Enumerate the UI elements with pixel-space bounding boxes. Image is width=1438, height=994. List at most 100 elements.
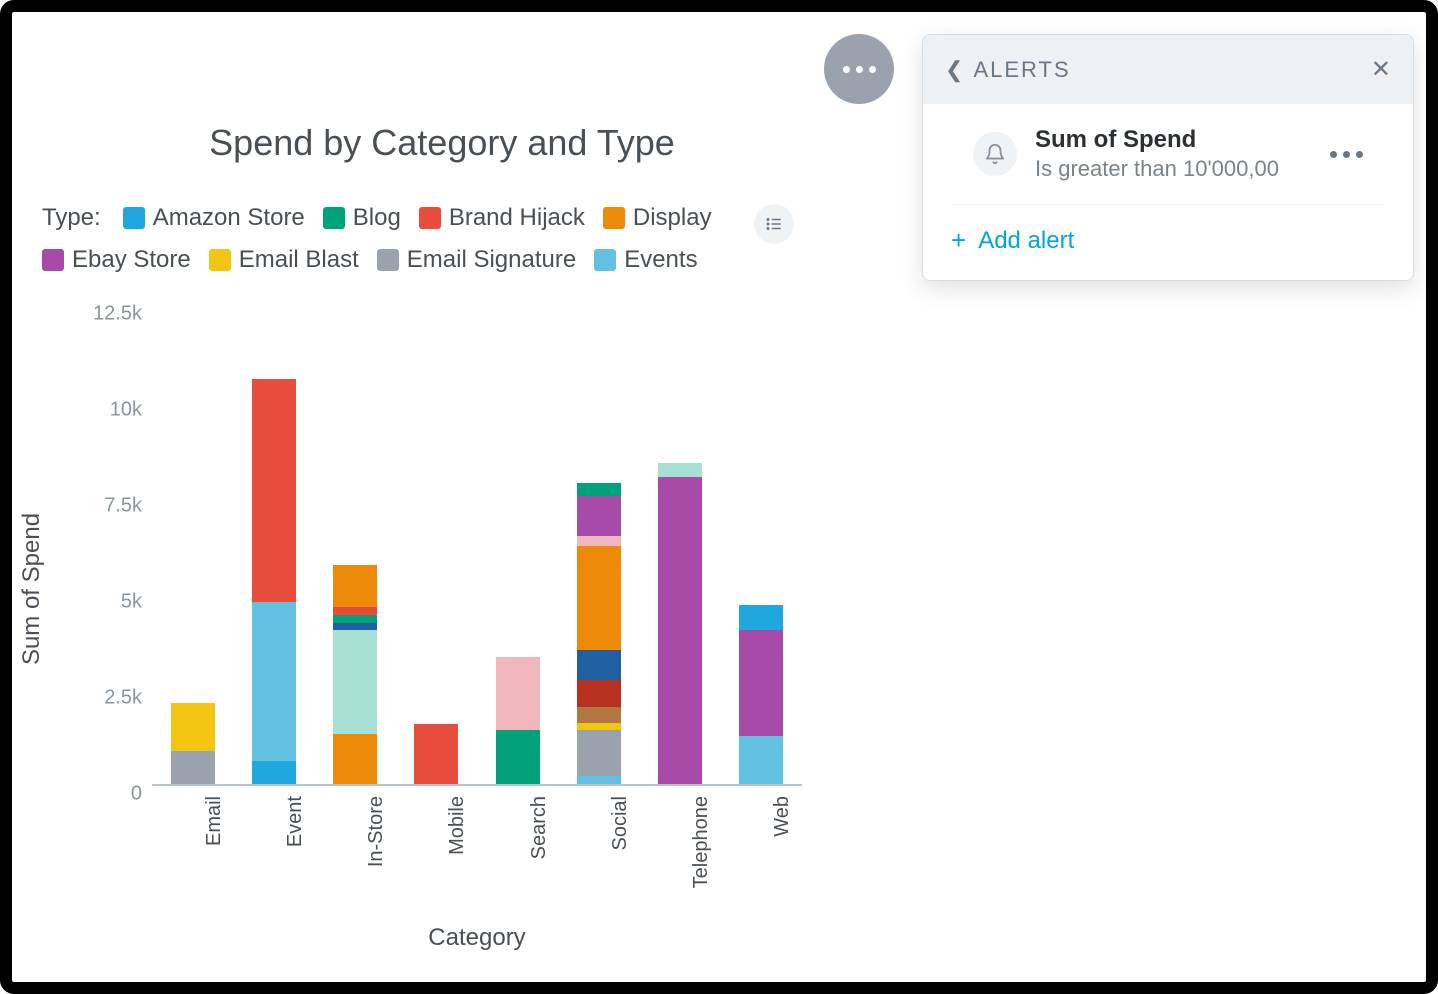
legend-item[interactable]: Blog [323,204,401,232]
bar-column[interactable] [414,724,458,784]
card-more-button[interactable] [824,34,894,104]
legend-item[interactable]: Email Blast [209,246,359,274]
dot-icon [1356,151,1363,158]
bar-column[interactable] [171,703,215,784]
alerts-panel: ❮ ALERTS ✕ Sum of Spend Is greater than … [922,34,1414,281]
legend-swatch [123,207,145,229]
bar-segment[interactable] [577,730,621,776]
plot-area [152,304,802,786]
legend-label: Display [633,204,712,232]
legend-label: Ebay Store [72,246,191,274]
bar-segment[interactable] [252,379,296,602]
dot-icon [1330,151,1337,158]
chart-card: Spend by Category and Type Type: Amazon … [42,122,842,874]
alerts-header: ❮ ALERTS ✕ [923,35,1413,104]
alert-text: Sum of Spend Is greater than 10'000,00 [1035,126,1279,182]
bar-column[interactable] [658,463,702,784]
bar-column[interactable] [252,379,296,784]
legend-label: Amazon Store [153,204,305,232]
bar-segment[interactable] [577,546,621,650]
bar-column[interactable] [496,657,540,784]
x-tick-label: Event [284,796,307,847]
x-tick-label: In-Store [365,796,388,867]
chart-title: Spend by Category and Type [42,122,842,164]
bar-segment[interactable] [577,707,621,722]
y-tick-label: 7.5k [82,495,142,518]
close-icon[interactable]: ✕ [1371,55,1391,84]
y-tick-label: 0 [82,783,142,806]
back-icon[interactable]: ❮ [945,57,963,83]
dot-icon [856,66,863,73]
alert-title: Sum of Spend [1035,126,1279,154]
y-tick-label: 10k [82,399,142,422]
bar-segment[interactable] [739,605,783,630]
bar-segment[interactable] [577,680,621,707]
legend-swatch [603,207,625,229]
x-tick-label: Telephone [690,796,713,888]
bar-segment[interactable] [171,751,215,784]
bar-segment[interactable] [577,536,621,546]
bar-column[interactable] [739,605,783,784]
y-tick-label: 12.5k [82,303,142,326]
bar-segment[interactable] [658,463,702,476]
legend-area: Type: Amazon Store Blog Brand Hijack Displa… [42,204,842,274]
y-axis-label: Sum of Spend [18,513,46,665]
bar-segment[interactable] [496,730,540,784]
bar-segment[interactable] [577,483,621,496]
x-tick-label: Email [203,796,226,846]
x-tick-label: Mobile [446,796,469,855]
bar-segment[interactable] [333,623,377,631]
y-tick-label: 5k [82,591,142,614]
y-tick-label: 2.5k [82,687,142,710]
plus-icon: + [951,225,966,256]
app-frame: ❮ ALERTS ✕ Sum of Spend Is greater than … [0,0,1438,994]
y-ticks: 02.5k5k7.5k10k12.5k [82,304,142,784]
alert-condition: Is greater than 10'000,00 [1035,156,1279,182]
legend-prefix: Type: [42,204,101,232]
legend-item[interactable]: Events [594,246,697,274]
bar-segment[interactable] [333,734,377,784]
bar-segment[interactable] [171,703,215,751]
add-alert-label: Add alert [978,227,1074,255]
bar-column[interactable] [333,565,377,784]
bar-segment[interactable] [496,657,540,730]
dot-icon [843,66,850,73]
legend-item[interactable]: Email Signature [377,246,576,274]
legend-toggle-button[interactable] [754,204,794,244]
x-tick-label: Web [771,796,794,837]
bar-segment[interactable] [333,630,377,734]
add-alert-button[interactable]: + Add alert [923,205,1413,280]
legend-swatch [594,249,616,271]
bar-segment[interactable] [333,565,377,607]
legend-item[interactable]: Ebay Store [42,246,191,274]
legend-item[interactable]: Amazon Store [123,204,305,232]
legend-swatch [209,249,231,271]
alerts-title: ALERTS [973,57,1070,83]
alert-row[interactable]: Sum of Spend Is greater than 10'000,00 [951,104,1385,205]
chart-plot: Sum of Spend 02.5k5k7.5k10k12.5k Categor… [42,304,822,874]
bar-segment[interactable] [414,724,458,784]
legend-swatch [377,249,399,271]
bar-segment[interactable] [577,723,621,731]
bar-column[interactable] [577,483,621,784]
dot-icon [1343,151,1350,158]
legend-swatch [323,207,345,229]
legend-swatch [42,249,64,271]
chart-legend: Type: Amazon Store Blog Brand Hijack Displa… [42,204,742,274]
bar-segment[interactable] [252,602,296,761]
legend-item[interactable]: Brand Hijack [419,204,585,232]
bar-segment[interactable] [739,630,783,736]
legend-label: Blog [353,204,401,232]
bar-segment[interactable] [658,477,702,784]
bar-segment[interactable] [739,736,783,784]
alert-more-button[interactable] [1330,151,1363,158]
bar-segment[interactable] [577,496,621,536]
bar-segment[interactable] [333,607,377,615]
bar-segment[interactable] [577,776,621,784]
bar-segment[interactable] [252,761,296,784]
bar-segment[interactable] [333,615,377,623]
bell-icon [973,132,1017,176]
legend-item[interactable]: Display [603,204,712,232]
legend-label: Email Signature [407,246,576,274]
bar-segment[interactable] [577,650,621,681]
